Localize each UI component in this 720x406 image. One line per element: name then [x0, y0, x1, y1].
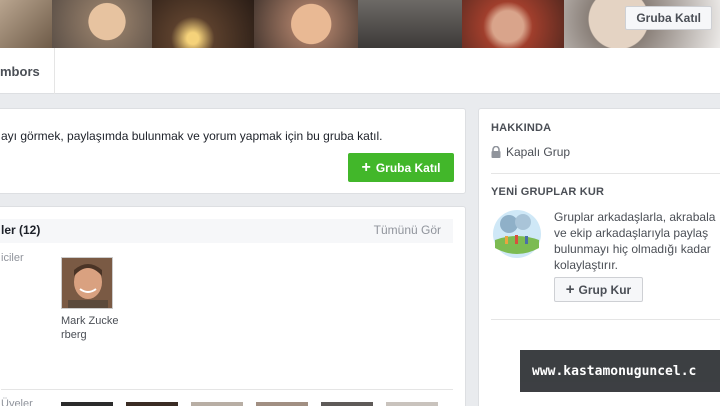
plus-icon: +	[361, 158, 371, 176]
create-group-illustration	[491, 208, 543, 258]
cover-photo	[462, 0, 564, 48]
cover-photo	[152, 0, 254, 48]
create-group-title: YENİ GRUPLAR KUR	[491, 186, 605, 198]
member-thumbnail[interactable]	[191, 402, 243, 406]
cover-photo	[0, 0, 52, 48]
plus-icon: +	[565, 281, 575, 298]
member-thumbnail[interactable]	[386, 402, 438, 406]
member-thumbnail[interactable]	[256, 402, 308, 406]
privacy-status: Kapalı Grup	[491, 145, 570, 159]
cover-photo	[358, 0, 462, 48]
about-title: HAKKINDA	[491, 122, 552, 134]
cover-photo-strip	[0, 0, 720, 48]
divider	[491, 173, 720, 174]
watermark: www.kastamonuguncel.c	[520, 350, 720, 392]
members-title: ler (12)	[1, 223, 41, 237]
join-group-button[interactable]: + Gruba Katıl	[348, 153, 454, 182]
privacy-label: Kapalı Grup	[506, 145, 571, 159]
cover-photo	[52, 0, 152, 48]
create-group-description: Gruplar arkadaşlarla, akrabala ve ekip a…	[554, 210, 716, 272]
avatar-photo	[62, 258, 112, 308]
member-name-link[interactable]: Mark Zuckerberg	[61, 314, 121, 342]
divider	[1, 389, 453, 390]
member-thumbnail[interactable]	[126, 402, 178, 406]
create-group-button[interactable]: + Grup Kur	[554, 277, 643, 302]
admins-label: iciler	[1, 252, 24, 264]
tab-members[interactable]: mbors	[0, 48, 55, 94]
members-header: ler (12) Tümünü Gör	[0, 219, 453, 243]
lock-icon	[491, 146, 501, 158]
join-prompt-message: ayı görmek, paylaşımda bulunmak ve yorum…	[1, 129, 383, 143]
tab-bar: mbors	[0, 48, 720, 94]
members-card: ler (12) Tümünü Gör iciler Mark Zuckerbe…	[0, 206, 466, 406]
see-all-link[interactable]: Tümünü Gör	[374, 223, 441, 237]
join-group-button-label: Gruba Katıl	[375, 160, 441, 175]
cover-photo	[254, 0, 358, 48]
avatar[interactable]	[61, 257, 113, 309]
join-group-button-top[interactable]: Gruba Katıl	[625, 6, 712, 30]
member-thumbnail[interactable]	[321, 402, 373, 406]
users-label: Üyeler	[1, 398, 33, 406]
join-prompt-card: ayı görmek, paylaşımda bulunmak ve yorum…	[0, 108, 466, 194]
create-group-button-label: Grup Kur	[578, 282, 632, 297]
member-thumbnail[interactable]	[61, 402, 113, 406]
divider	[491, 319, 720, 320]
